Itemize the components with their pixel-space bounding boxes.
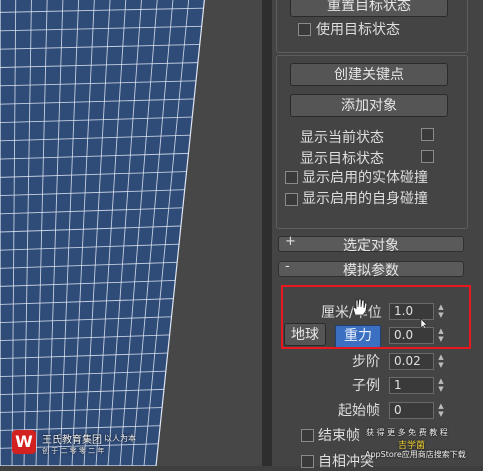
spinner-up-icon[interactable]: ▲ — [436, 377, 446, 385]
subsample-spinner[interactable]: ▲ ▼ — [436, 377, 446, 394]
subsample-field[interactable]: 1 — [389, 377, 434, 394]
show-current-state-label: 显示当前状态 — [300, 130, 384, 146]
rollout-title: 模拟参数 — [343, 263, 399, 279]
add-object-button[interactable]: 添加对象 — [290, 94, 448, 117]
spinner-up-icon[interactable]: ▲ — [436, 353, 446, 361]
spinner-down-icon[interactable]: ▼ — [436, 410, 446, 418]
watermark-company: 王氏教育集团 — [42, 435, 102, 446]
highlight-box — [281, 285, 471, 349]
viewport[interactable] — [0, 0, 262, 466]
show-enabled-self-collision-label: 显示启用的自身碰撞 — [302, 191, 428, 207]
viewport-divider[interactable] — [262, 0, 272, 466]
watermark-slogan: 以人为本 — [104, 434, 136, 443]
end-frame-label: 结束帧 — [318, 428, 360, 444]
show-enabled-self-collision-checkbox[interactable] — [285, 193, 298, 206]
cloth-mesh[interactable] — [0, 0, 262, 466]
selected-object-rollout[interactable]: + 选定对象 — [278, 234, 464, 254]
end-frame-checkbox[interactable] — [301, 429, 314, 442]
spinner-down-icon[interactable]: ▼ — [436, 361, 446, 369]
start-frame-spinner[interactable]: ▲ ▼ — [436, 402, 446, 419]
watermark-store-line: AppStore应用商店搜索下载 — [365, 450, 466, 459]
use-target-state-checkbox[interactable] — [298, 23, 311, 36]
spinner-down-icon[interactable]: ▼ — [436, 385, 446, 393]
start-frame-label: 起始帧 — [338, 403, 380, 419]
show-current-state-checkbox[interactable] — [421, 128, 434, 141]
show-enabled-solid-collision-checkbox[interactable] — [285, 171, 298, 184]
spinner-up-icon[interactable]: ▲ — [436, 402, 446, 410]
reset-target-state-button[interactable]: 重置目标状态 — [290, 0, 448, 17]
show-target-state-label: 显示目标状态 — [300, 151, 384, 167]
wangshi-logo: W — [12, 430, 36, 454]
create-keyframe-button[interactable]: 创建关键点 — [290, 63, 448, 86]
watermark-promo: 获 得 更 多 免 费 教 程 — [366, 428, 448, 437]
step-spinner[interactable]: ▲ ▼ — [436, 353, 446, 370]
show-target-state-checkbox[interactable] — [421, 150, 434, 163]
simulation-params-rollout[interactable]: - 模拟参数 — [278, 259, 464, 279]
use-target-state-label: 使用目标状态 — [316, 22, 400, 38]
show-enabled-solid-collision-label: 显示启用的实体碰撞 — [302, 170, 428, 186]
subsample-label: 子例 — [352, 378, 380, 394]
start-frame-field[interactable]: 0 — [389, 402, 434, 419]
arrow-cursor-icon — [420, 318, 428, 330]
watermark-subtitle: 创 于 二 零 零 二 年 — [42, 447, 105, 455]
step-label: 步阶 — [352, 354, 380, 370]
self-collision-checkbox[interactable] — [301, 455, 314, 468]
step-field[interactable]: 0.02 — [389, 353, 434, 370]
rollout-title: 选定对象 — [343, 238, 399, 254]
hand-cursor-icon — [352, 298, 368, 316]
